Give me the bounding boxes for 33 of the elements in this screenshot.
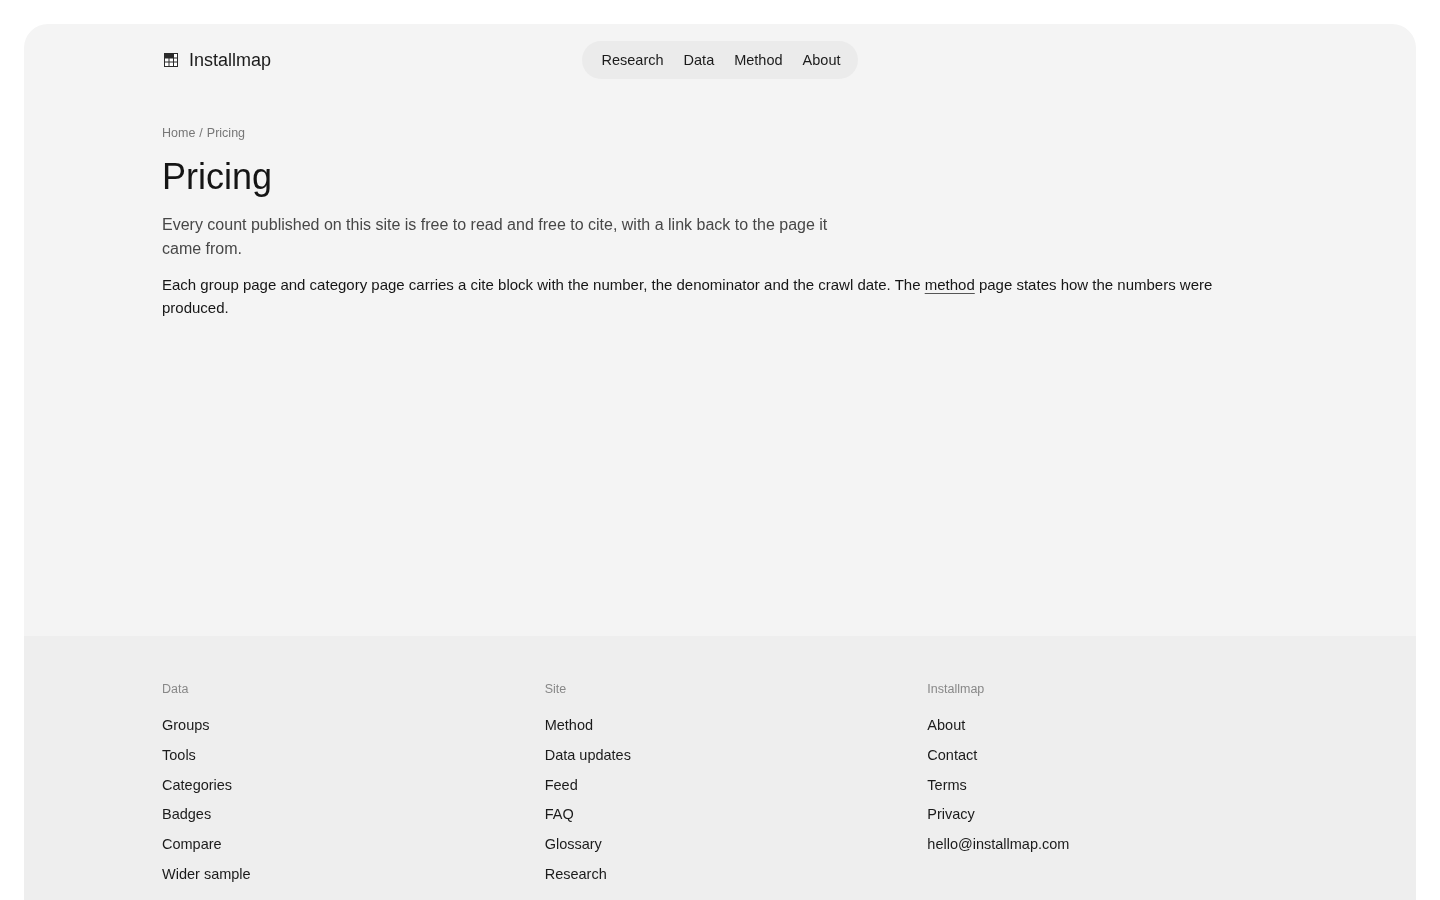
footer-link[interactable]: Method [544, 715, 594, 735]
footer-heading: Site [544, 681, 567, 698]
footer-link[interactable]: Compare [162, 834, 222, 855]
footer-link[interactable]: About [927, 715, 966, 735]
nav-link[interactable]: Data [683, 50, 715, 70]
grid-icon [164, 53, 178, 67]
footer-link[interactable]: Glossary [544, 834, 602, 855]
footer-link[interactable]: Research [544, 864, 607, 884]
footer-link[interactable]: Badges [162, 804, 212, 825]
lead-paragraph: Every count published on this site is free to read and free to cite, with a link back to the page it came from. [162, 215, 829, 259]
footer-link[interactable]: Categories [162, 774, 233, 795]
breadcrumb-separator: / [199, 125, 203, 142]
footer-link[interactable]: Contact [927, 744, 978, 765]
footer-link[interactable]: hello@installmap.com [927, 834, 1070, 855]
breadcrumb-link[interactable]: Home [162, 124, 196, 142]
text-link[interactable]: method [924, 276, 975, 293]
footer-link[interactable]: Privacy [927, 804, 975, 825]
nav-link[interactable]: About [802, 50, 841, 70]
footer-heading: Installmap [927, 681, 985, 698]
footer-link[interactable]: Data updates [544, 744, 631, 765]
footer-link[interactable]: Feed [544, 774, 578, 795]
brand-link[interactable]: Installmap [164, 48, 272, 72]
breadcrumb-current: Pricing [206, 125, 246, 142]
footer-heading: Data [162, 681, 189, 698]
footer-link[interactable]: Terms [927, 774, 967, 795]
footer-link[interactable]: FAQ [544, 804, 574, 825]
footer-link[interactable]: Tools [162, 744, 196, 765]
footer-link[interactable]: Wider sample [162, 864, 251, 884]
nav-link[interactable]: Research [601, 50, 664, 70]
nav-link[interactable]: Method [734, 50, 783, 70]
page-title: Pricing [162, 155, 274, 199]
footer-link[interactable]: Groups [162, 715, 210, 735]
body-paragraph: Each group page and category page carries a cite block with the number, the denominator and the crawl date. The method page states how the numbers were produced. [162, 275, 1214, 318]
